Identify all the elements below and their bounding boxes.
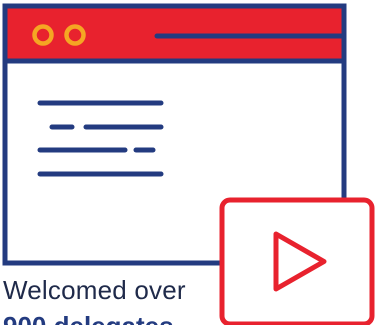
caption: Welcomed over 900 delegates	[3, 277, 218, 325]
play-video-icon[interactable]	[218, 197, 377, 325]
video-frame	[219, 197, 375, 325]
promo-tile: Welcomed over 900 delegates	[0, 0, 382, 325]
caption-line-1: Welcomed over	[3, 275, 186, 305]
caption-line-2: 900 delegates	[3, 313, 218, 325]
